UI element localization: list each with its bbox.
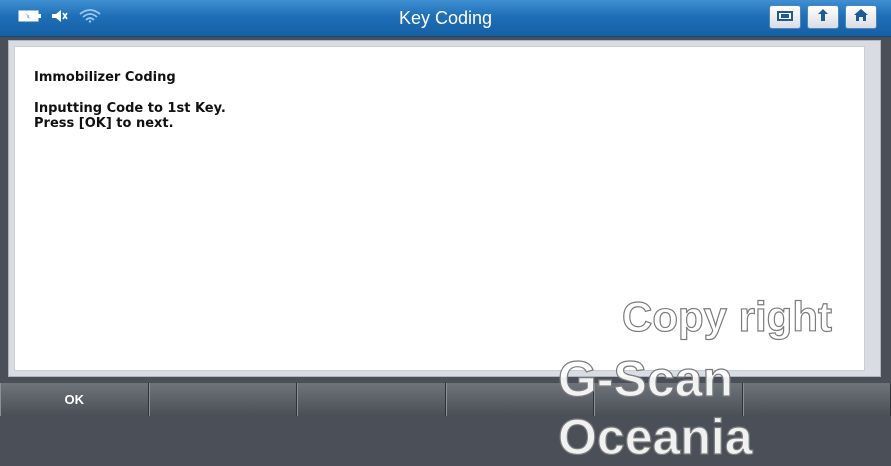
footer-button-6[interactable] [743, 383, 891, 416]
top-bar: Key Coding [0, 0, 891, 37]
back-icon [814, 7, 832, 27]
home-button[interactable] [845, 5, 877, 29]
screen-button[interactable] [769, 5, 801, 29]
back-button[interactable] [807, 5, 839, 29]
footer-bar: OK [0, 383, 891, 416]
footer-button-4[interactable] [446, 383, 595, 416]
footer-button-5[interactable] [594, 383, 743, 416]
message-heading: Immobilizer Coding [34, 70, 226, 85]
top-buttons [769, 5, 877, 29]
home-icon [852, 7, 870, 27]
page-title: Key Coding [0, 0, 891, 36]
footer-button-3[interactable] [297, 383, 446, 416]
ok-button[interactable]: OK [0, 383, 149, 416]
screen-icon [776, 8, 794, 27]
message-line-2: Press [OK] to next. [34, 116, 226, 131]
message-line-1: Inputting Code to 1st Key. [34, 101, 226, 116]
message-area: Immobilizer Coding Inputting Code to 1st… [34, 70, 226, 131]
footer-button-2[interactable] [149, 383, 298, 416]
